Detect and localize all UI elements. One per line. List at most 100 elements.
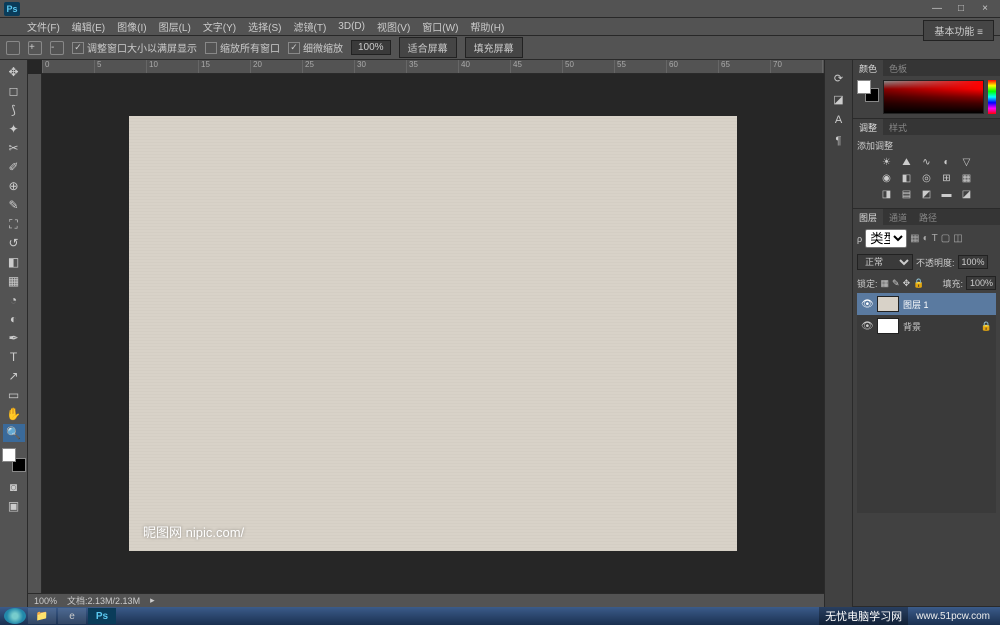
opacity-field[interactable]: 100% (958, 255, 988, 269)
visibility-toggle-icon[interactable]: 👁 (861, 321, 873, 332)
menu-image[interactable]: 图像(I) (112, 17, 151, 36)
fill-field[interactable]: 100% (966, 276, 996, 290)
menu-type[interactable]: 文字(Y) (198, 17, 241, 36)
menu-help[interactable]: 帮助(H) (465, 17, 509, 36)
move-tool-icon[interactable]: ✥ (3, 63, 25, 81)
opt-resize-fit[interactable]: ✓调整窗口大小以满屏显示 (72, 40, 197, 55)
color-ramp[interactable] (883, 80, 984, 114)
taskbar-explorer-icon[interactable]: 📁 (28, 608, 56, 624)
tab-swatches[interactable]: 色板 (883, 60, 913, 77)
adj-color-lookup-icon[interactable]: ▦ (960, 172, 974, 184)
filter-pixel-icon[interactable]: ▦ (910, 233, 919, 244)
lasso-tool-icon[interactable]: ⟆ (3, 101, 25, 119)
adj-hue-icon[interactable]: ◉ (880, 172, 894, 184)
adj-selective-color-icon[interactable]: ◪ (960, 188, 974, 200)
tab-styles[interactable]: 样式 (883, 119, 913, 136)
tab-channels[interactable]: 通道 (883, 209, 913, 226)
quickmask-icon[interactable]: ◙ (3, 478, 25, 496)
menu-filter[interactable]: 滤镜(T) (289, 17, 332, 36)
heal-tool-icon[interactable]: ⊕ (3, 177, 25, 195)
layer-row[interactable]: 👁 背景 🔒 (857, 315, 996, 337)
canvas-viewport[interactable]: 昵图网 nipic.com/ (42, 74, 824, 593)
fill-screen-button[interactable]: 填充屏幕 (465, 37, 523, 58)
fit-screen-button[interactable]: 适合屏幕 (399, 37, 457, 58)
adj-curves-icon[interactable]: ∿ (920, 156, 934, 168)
taskbar-ie-icon[interactable]: e (58, 608, 86, 624)
lock-transparent-icon[interactable]: ▦ (881, 278, 890, 289)
ruler-vertical[interactable] (28, 74, 42, 593)
opt-scrubby-zoom[interactable]: ✓细微缩放 (288, 40, 343, 55)
start-button[interactable] (4, 608, 26, 624)
adj-bw-icon[interactable]: ◧ (900, 172, 914, 184)
tab-paths[interactable]: 路径 (913, 209, 943, 226)
layer-row[interactable]: 👁 图层 1 (857, 293, 996, 315)
layer-thumbnail[interactable] (877, 318, 899, 334)
dodge-tool-icon[interactable]: ◐ (3, 310, 25, 328)
taskbar-ps-icon[interactable]: Ps (88, 608, 116, 624)
stamp-tool-icon[interactable]: ⛶ (3, 215, 25, 233)
menu-layer[interactable]: 图层(L) (154, 17, 196, 36)
blend-mode-select[interactable]: 正常 (857, 254, 913, 270)
filter-smart-icon[interactable]: ◫ (953, 233, 962, 244)
history-panel-icon[interactable]: ⟳ (829, 69, 849, 87)
character-panel-icon[interactable]: A (829, 111, 849, 129)
properties-panel-icon[interactable]: ◪ (829, 90, 849, 108)
menu-edit[interactable]: 编辑(E) (67, 17, 110, 36)
layer-name[interactable]: 图层 1 (903, 298, 992, 311)
lock-pixels-icon[interactable]: ✎ (892, 278, 900, 289)
workspace-switcher[interactable]: 基本功能 ≡ (923, 20, 994, 41)
hand-tool-icon[interactable]: ✋ (3, 405, 25, 423)
menu-window[interactable]: 窗口(W) (417, 17, 463, 36)
layer-name[interactable]: 背景 (903, 320, 977, 333)
canvas-image[interactable]: 昵图网 nipic.com/ (129, 116, 737, 551)
lock-all-icon[interactable]: 🔒 (913, 278, 924, 289)
adj-gradient-map-icon[interactable]: ▬ (940, 188, 954, 200)
filter-type-icon[interactable]: T (932, 233, 938, 244)
foreground-color[interactable] (2, 448, 16, 462)
screenmode-icon[interactable]: ▣ (3, 497, 25, 515)
zoom-in-icon[interactable]: + (28, 41, 42, 55)
menu-select[interactable]: 选择(S) (243, 17, 286, 36)
status-zoom[interactable]: 100% (34, 596, 57, 606)
brush-tool-icon[interactable]: ✎ (3, 196, 25, 214)
type-tool-icon[interactable]: T (3, 348, 25, 366)
adj-invert-icon[interactable]: ◨ (880, 188, 894, 200)
adj-threshold-icon[interactable]: ◩ (920, 188, 934, 200)
tab-adjustments[interactable]: 调整 (853, 119, 883, 136)
adj-levels-icon[interactable]: ⛰ (900, 156, 914, 168)
panel-color-swatch[interactable] (857, 80, 879, 102)
paragraph-panel-icon[interactable]: ¶ (829, 132, 849, 150)
menu-3d[interactable]: 3D(D) (333, 19, 370, 34)
minimize-button[interactable]: — (926, 2, 948, 16)
adj-exposure-icon[interactable]: ◐ (940, 156, 954, 168)
tab-color[interactable]: 颜色 (853, 60, 883, 77)
visibility-toggle-icon[interactable]: 👁 (861, 299, 873, 310)
filter-shape-icon[interactable]: ▢ (941, 233, 950, 244)
eraser-tool-icon[interactable]: ◧ (3, 253, 25, 271)
adj-brightness-icon[interactable]: ☀ (880, 156, 894, 168)
status-docsize[interactable]: 文档:2.13M/2.13M (67, 594, 140, 607)
adj-channel-mixer-icon[interactable]: ⊞ (940, 172, 954, 184)
path-tool-icon[interactable]: ↗ (3, 367, 25, 385)
filter-adjust-icon[interactable]: ◐ (923, 233, 929, 244)
gradient-tool-icon[interactable]: ▦ (3, 272, 25, 290)
ruler-horizontal[interactable]: 0510152025303540455055606570758085909510… (42, 60, 824, 74)
zoom-out-icon[interactable]: - (50, 41, 64, 55)
adj-photo-filter-icon[interactable]: ◎ (920, 172, 934, 184)
zoom-tool-icon[interactable]: 🔍 (3, 424, 25, 442)
opt-zoom-all[interactable]: 缩放所有窗口 (205, 40, 280, 55)
tab-layers[interactable]: 图层 (853, 209, 883, 226)
wand-tool-icon[interactable]: ✦ (3, 120, 25, 138)
adj-posterize-icon[interactable]: ▤ (900, 188, 914, 200)
maximize-button[interactable]: □ (950, 2, 972, 16)
layer-thumbnail[interactable] (877, 296, 899, 312)
marquee-tool-icon[interactable]: ◻ (3, 82, 25, 100)
lock-position-icon[interactable]: ✥ (903, 278, 911, 289)
tool-preset-icon[interactable] (6, 41, 20, 55)
color-swatch-pair[interactable] (2, 448, 26, 472)
menu-file[interactable]: 文件(F) (22, 17, 65, 36)
zoom-field[interactable]: 100% (351, 40, 391, 55)
adj-vibrance-icon[interactable]: ▽ (960, 156, 974, 168)
eyedropper-tool-icon[interactable]: ✐ (3, 158, 25, 176)
crop-tool-icon[interactable]: ✂ (3, 139, 25, 157)
